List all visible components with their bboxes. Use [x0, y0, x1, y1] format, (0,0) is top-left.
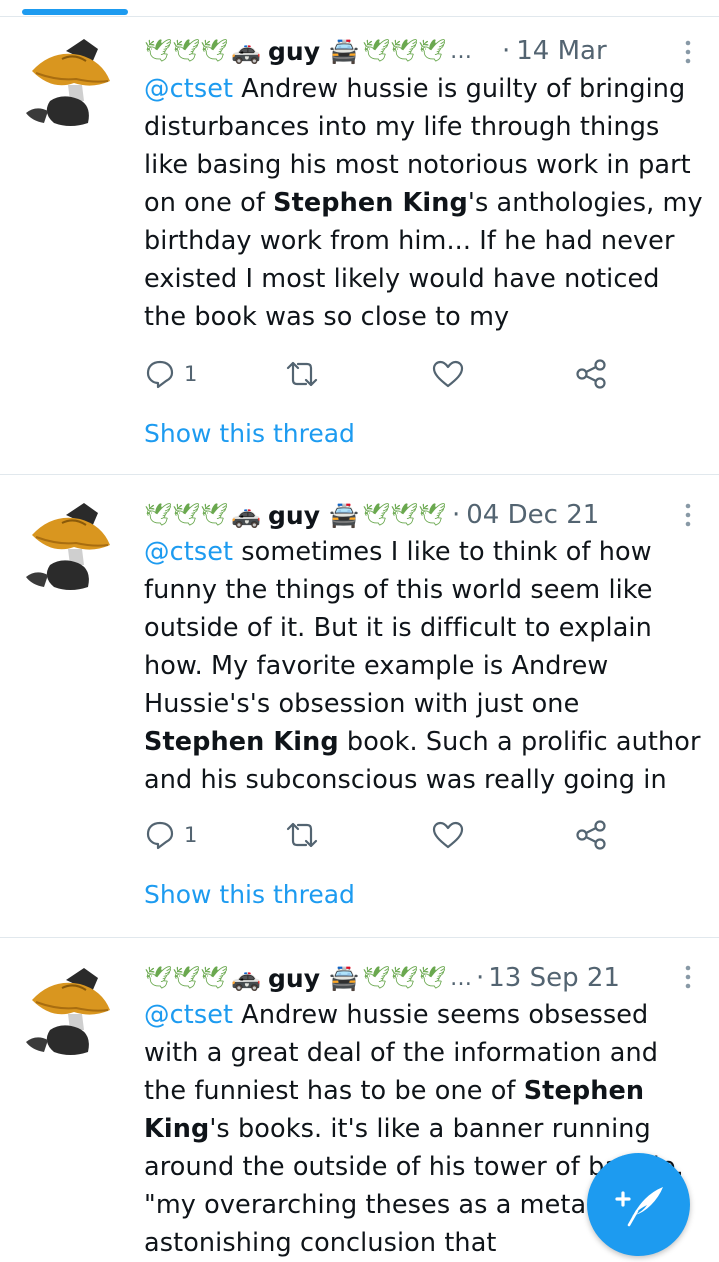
cartoon-duck-avatar-icon — [26, 39, 110, 126]
more-vertical-icon[interactable] — [683, 37, 693, 67]
tweet-text: @ctset Andrew hussie is guilty of bringi… — [144, 70, 704, 336]
share-button[interactable] — [574, 354, 608, 394]
tweet-date[interactable]: 14 Mar — [516, 36, 606, 66]
cartoon-duck-avatar-icon — [26, 503, 110, 590]
top-divider — [0, 0, 719, 17]
reply-icon — [146, 821, 174, 850]
police-car-icon: 🚔 — [329, 37, 359, 65]
tweet-header: 🕊 🕊 🕊 🚓 guy 🚔 🕊 🕊 🕊 · 04 Dec 21 — [144, 495, 709, 535]
display-name-decorations: 🕊 🕊 🕊 🚓 guy 🚔 🕊 🕊 🕊 … — [144, 963, 472, 993]
tweet-header: 🕊 🕊 🕊 🚓 guy 🚔 🕊 🕊 🕊 … · 13 Sep 21 — [144, 958, 709, 998]
separator-dot: · — [476, 963, 485, 993]
reply-count: 1 — [184, 362, 198, 386]
tweet-date[interactable]: 04 Dec 21 — [466, 500, 599, 530]
more-vertical-icon[interactable] — [683, 962, 693, 992]
dove-icon: 🕊 — [362, 38, 390, 64]
dove-icon: 🕊 — [200, 965, 228, 991]
compose-tweet-button[interactable] — [587, 1153, 690, 1256]
retweet-button[interactable] — [284, 354, 320, 394]
tweet-header: 🕊 🕊 🕊 🚓 guy 🚔 🕊 🕊 🕊 … · 14 Mar — [144, 31, 709, 71]
avatar[interactable] — [22, 960, 122, 1060]
dove-icon: 🕊 — [200, 38, 228, 64]
show-thread-link[interactable]: Show this thread — [144, 419, 355, 448]
reply-icon — [146, 360, 174, 389]
separator-dot: · — [452, 500, 461, 530]
share-icon — [576, 359, 606, 389]
display-name-decorations: 🕊 🕊 🕊 🚓 guy 🚔 🕊 🕊 🕊 — [144, 500, 446, 530]
tweet-text: @ctset sometimes I like to think of how … — [144, 533, 704, 799]
dove-icon: 🕊 — [200, 502, 228, 528]
dove-icon: 🕊 — [390, 38, 418, 64]
police-car-icon: 🚓 — [231, 501, 261, 529]
police-car-icon: 🚔 — [329, 501, 359, 529]
dove-icon: 🕊 — [390, 965, 418, 991]
share-button[interactable] — [574, 815, 608, 855]
retweet-icon — [286, 361, 318, 387]
share-icon — [576, 820, 606, 850]
heart-icon — [432, 821, 464, 849]
like-button[interactable] — [431, 815, 465, 855]
dove-icon: 🕊 — [418, 38, 446, 64]
mention-link[interactable]: @ctset — [144, 1000, 233, 1030]
dove-icon: 🕊 — [418, 502, 446, 528]
separator-dot: · — [502, 36, 511, 66]
highlighted-term: Stephen King — [273, 188, 468, 218]
police-car-icon: 🚓 — [231, 37, 261, 65]
dove-icon: 🕊 — [172, 38, 200, 64]
police-car-icon: 🚔 — [329, 964, 359, 992]
display-name-decorations: 🕊 🕊 🕊 🚓 guy 🚔 🕊 🕊 🕊 … — [144, 36, 472, 66]
dove-icon: 🕊 — [172, 965, 200, 991]
display-name[interactable]: guy — [268, 501, 320, 530]
reply-button[interactable]: 1 — [144, 354, 197, 394]
tweet-date[interactable]: 13 Sep 21 — [488, 963, 620, 993]
more-vertical-icon[interactable] — [683, 500, 693, 530]
dove-icon: 🕊 — [172, 502, 200, 528]
mention-link[interactable]: @ctset — [144, 74, 233, 104]
dove-icon: 🕊 — [418, 965, 446, 991]
display-name[interactable]: guy — [268, 37, 320, 66]
dove-icon: 🕊 — [144, 38, 172, 64]
retweet-button[interactable] — [284, 815, 320, 855]
tweet[interactable]: 🕊 🕊 🕊 🚓 guy 🚔 🕊 🕊 🕊 · 04 Dec 21 @ctset s… — [0, 475, 719, 938]
retweet-icon — [286, 822, 318, 848]
name-truncation: … — [450, 965, 472, 991]
dove-icon: 🕊 — [144, 965, 172, 991]
police-car-icon: 🚓 — [231, 964, 261, 992]
tweet[interactable]: 🕊 🕊 🕊 🚓 guy 🚔 🕊 🕊 🕊 … · 14 Mar @ctset An… — [0, 17, 719, 475]
name-truncation: … — [450, 38, 472, 64]
avatar[interactable] — [22, 31, 122, 131]
dove-icon: 🕊 — [144, 502, 172, 528]
show-thread-link[interactable]: Show this thread — [144, 880, 355, 909]
cartoon-duck-avatar-icon — [26, 968, 110, 1055]
reply-count: 1 — [184, 823, 198, 847]
tweet-actions: 1 — [144, 354, 624, 394]
tweet-actions: 1 — [144, 815, 624, 855]
dove-icon: 🕊 — [390, 502, 418, 528]
heart-icon — [432, 360, 464, 388]
avatar[interactable] — [22, 495, 122, 595]
dove-icon: 🕊 — [362, 502, 390, 528]
mention-link[interactable]: @ctset — [144, 537, 233, 567]
display-name[interactable]: guy — [268, 964, 320, 993]
like-button[interactable] — [431, 354, 465, 394]
reply-button[interactable]: 1 — [144, 815, 197, 855]
active-tab-indicator — [22, 9, 128, 15]
dove-icon: 🕊 — [362, 965, 390, 991]
highlighted-term: Stephen King — [144, 727, 339, 757]
compose-tweet-icon — [615, 1187, 663, 1227]
